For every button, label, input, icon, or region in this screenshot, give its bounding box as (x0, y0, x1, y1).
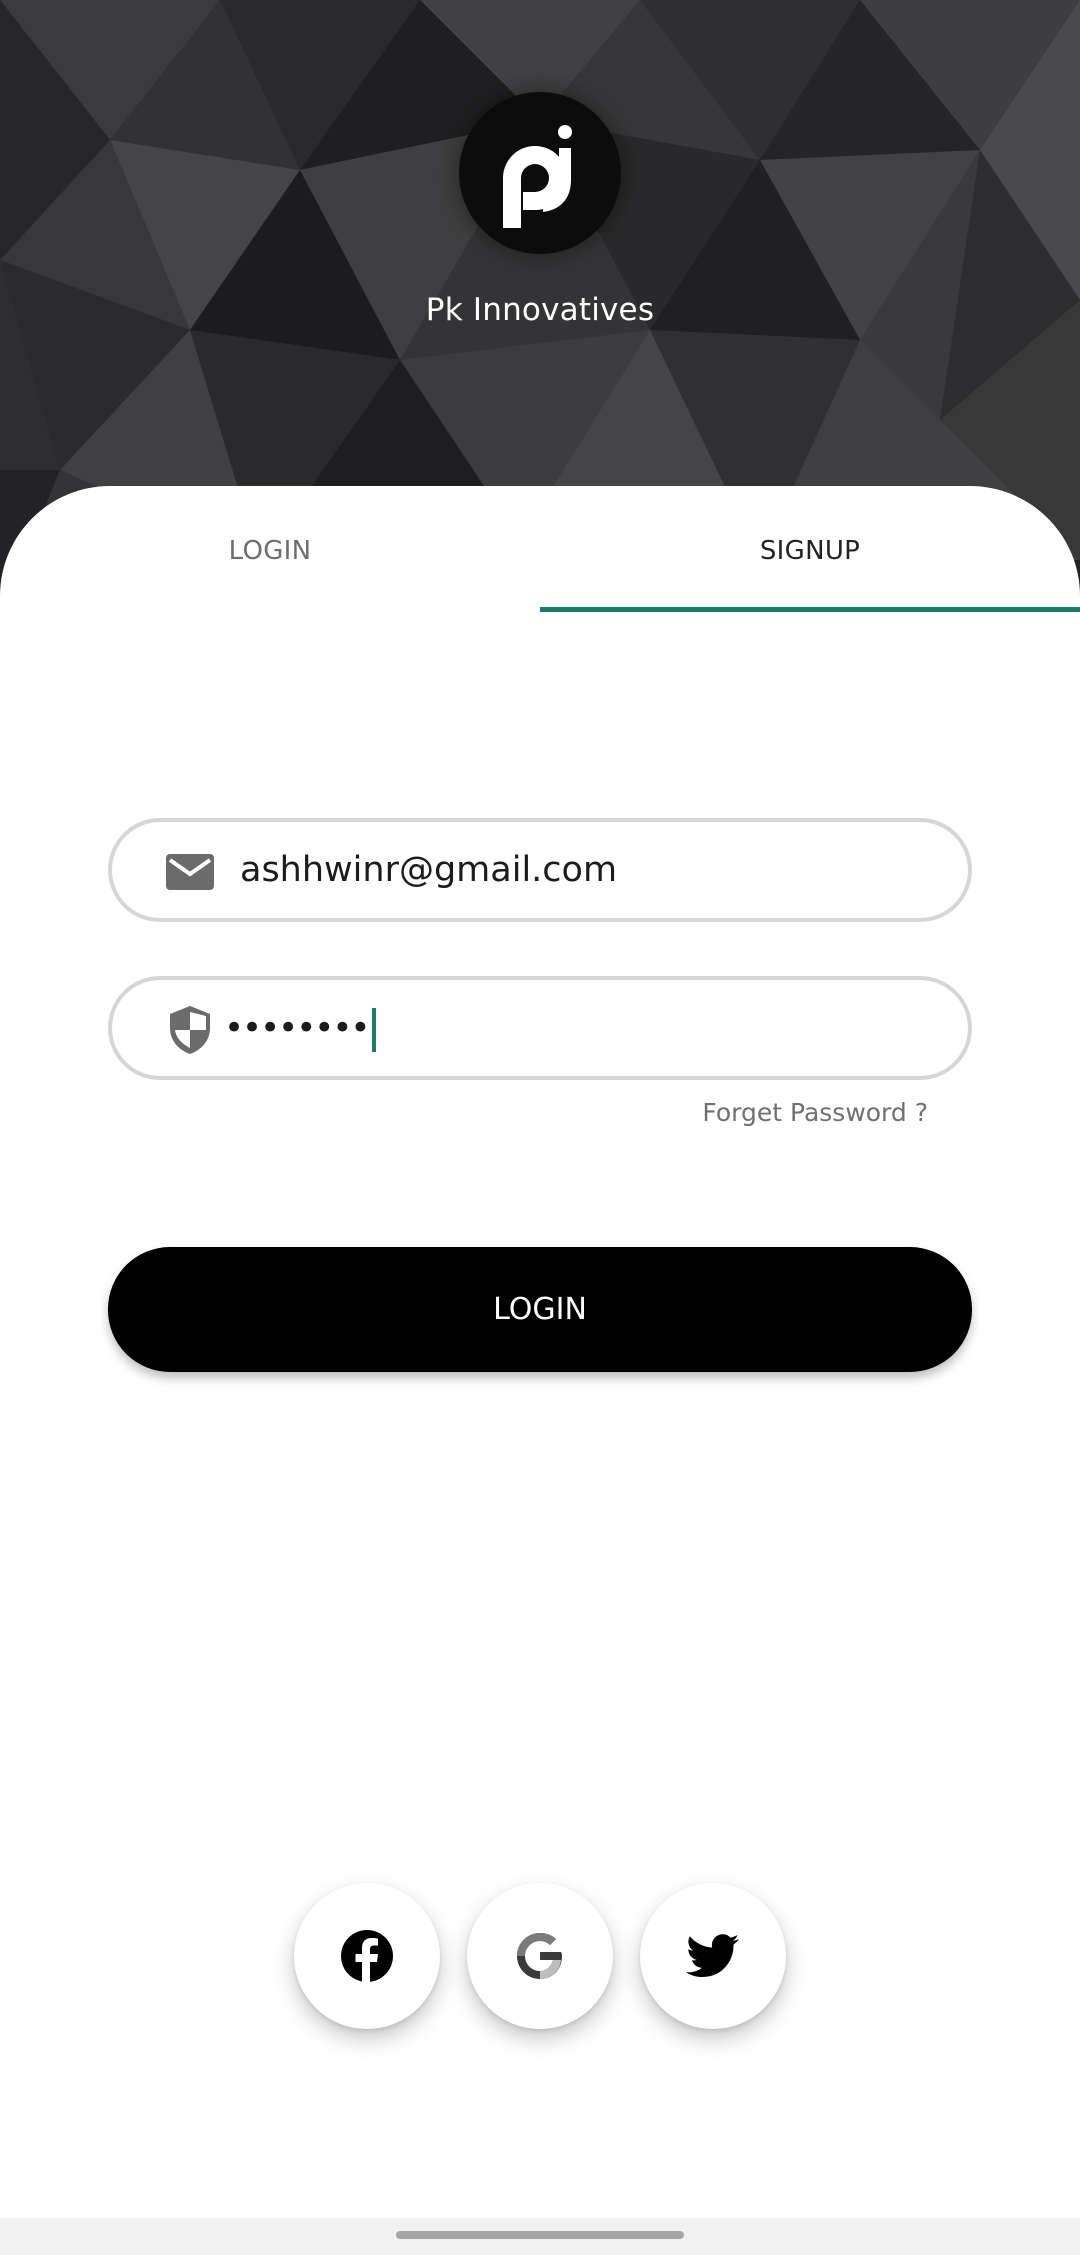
google-button[interactable] (467, 1883, 613, 2029)
facebook-button[interactable] (294, 1883, 440, 2029)
email-value: ashhwinr@gmail.com (240, 850, 618, 890)
shield-icon (170, 1006, 210, 1054)
text-caret (372, 1007, 377, 1052)
brand-name: Pk Innovatives (425, 292, 655, 328)
twitter-icon (686, 1934, 739, 1977)
google-icon (517, 1933, 562, 1979)
login-button[interactable]: LOGIN (108, 1247, 972, 1372)
password-field[interactable]: •••••••• (108, 976, 972, 1080)
system-nav-bar (0, 2218, 1080, 2255)
email-field[interactable]: ashhwinr@gmail.com (108, 818, 972, 922)
login-screen: Pk Innovatives LOGIN SIGNUP ashhwinr@gma… (0, 0, 1080, 2255)
tab-login[interactable]: LOGIN (0, 536, 540, 566)
tab-indicator (540, 607, 1080, 612)
auth-card: LOGIN SIGNUP ashhwinr@gmail.com ••••••••… (0, 486, 1080, 2220)
twitter-button[interactable] (640, 1883, 786, 2029)
forgot-password-link[interactable]: Forget Password ? (702, 1098, 928, 1127)
facebook-icon (341, 1930, 393, 1982)
password-value: •••••••• (224, 980, 377, 1076)
pk-logo-icon (459, 92, 621, 254)
mail-icon (166, 854, 214, 890)
tab-signup[interactable]: SIGNUP (540, 536, 1080, 566)
home-indicator[interactable] (396, 2231, 684, 2239)
